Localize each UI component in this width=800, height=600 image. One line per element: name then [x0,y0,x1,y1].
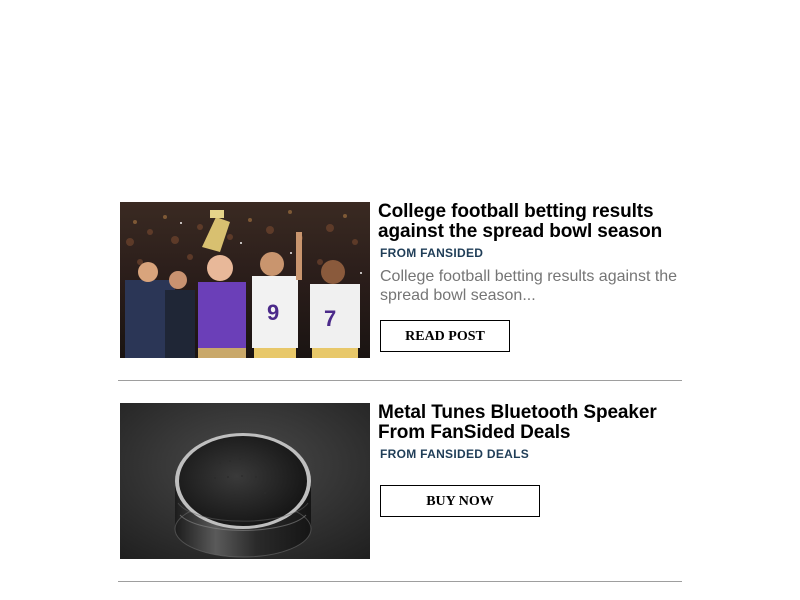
deal-content: Metal Tunes Bluetooth Speaker From FanSi… [378,403,682,462]
post-source: FROM FANSIDED [380,246,484,260]
post-content: College football betting results against… [378,202,682,305]
divider [118,581,682,582]
bluetooth-speaker-photo [120,403,370,559]
buy-now-button[interactable]: BUY NOW [380,485,540,517]
deal-card: Metal Tunes Bluetooth Speaker From FanSi… [120,403,682,581]
read-post-button[interactable]: READ POST [380,320,510,352]
svg-text:7: 7 [324,306,336,331]
football-trophy-celebration-photo: 9 7 [120,202,370,358]
post-card: 9 7 College football betting results aga… [120,202,682,380]
divider [118,380,682,381]
post-title[interactable]: College football betting results against… [378,202,682,242]
svg-text:9: 9 [267,300,279,325]
deal-title[interactable]: Metal Tunes Bluetooth Speaker From FanSi… [378,403,682,443]
deal-thumbnail[interactable] [120,403,370,559]
post-excerpt: College football betting results against… [380,268,678,304]
post-thumbnail[interactable]: 9 7 [120,202,370,358]
deal-source: FROM FANSIDED DEALS [380,447,530,461]
feed-page: 9 7 College football betting results aga… [0,0,800,600]
